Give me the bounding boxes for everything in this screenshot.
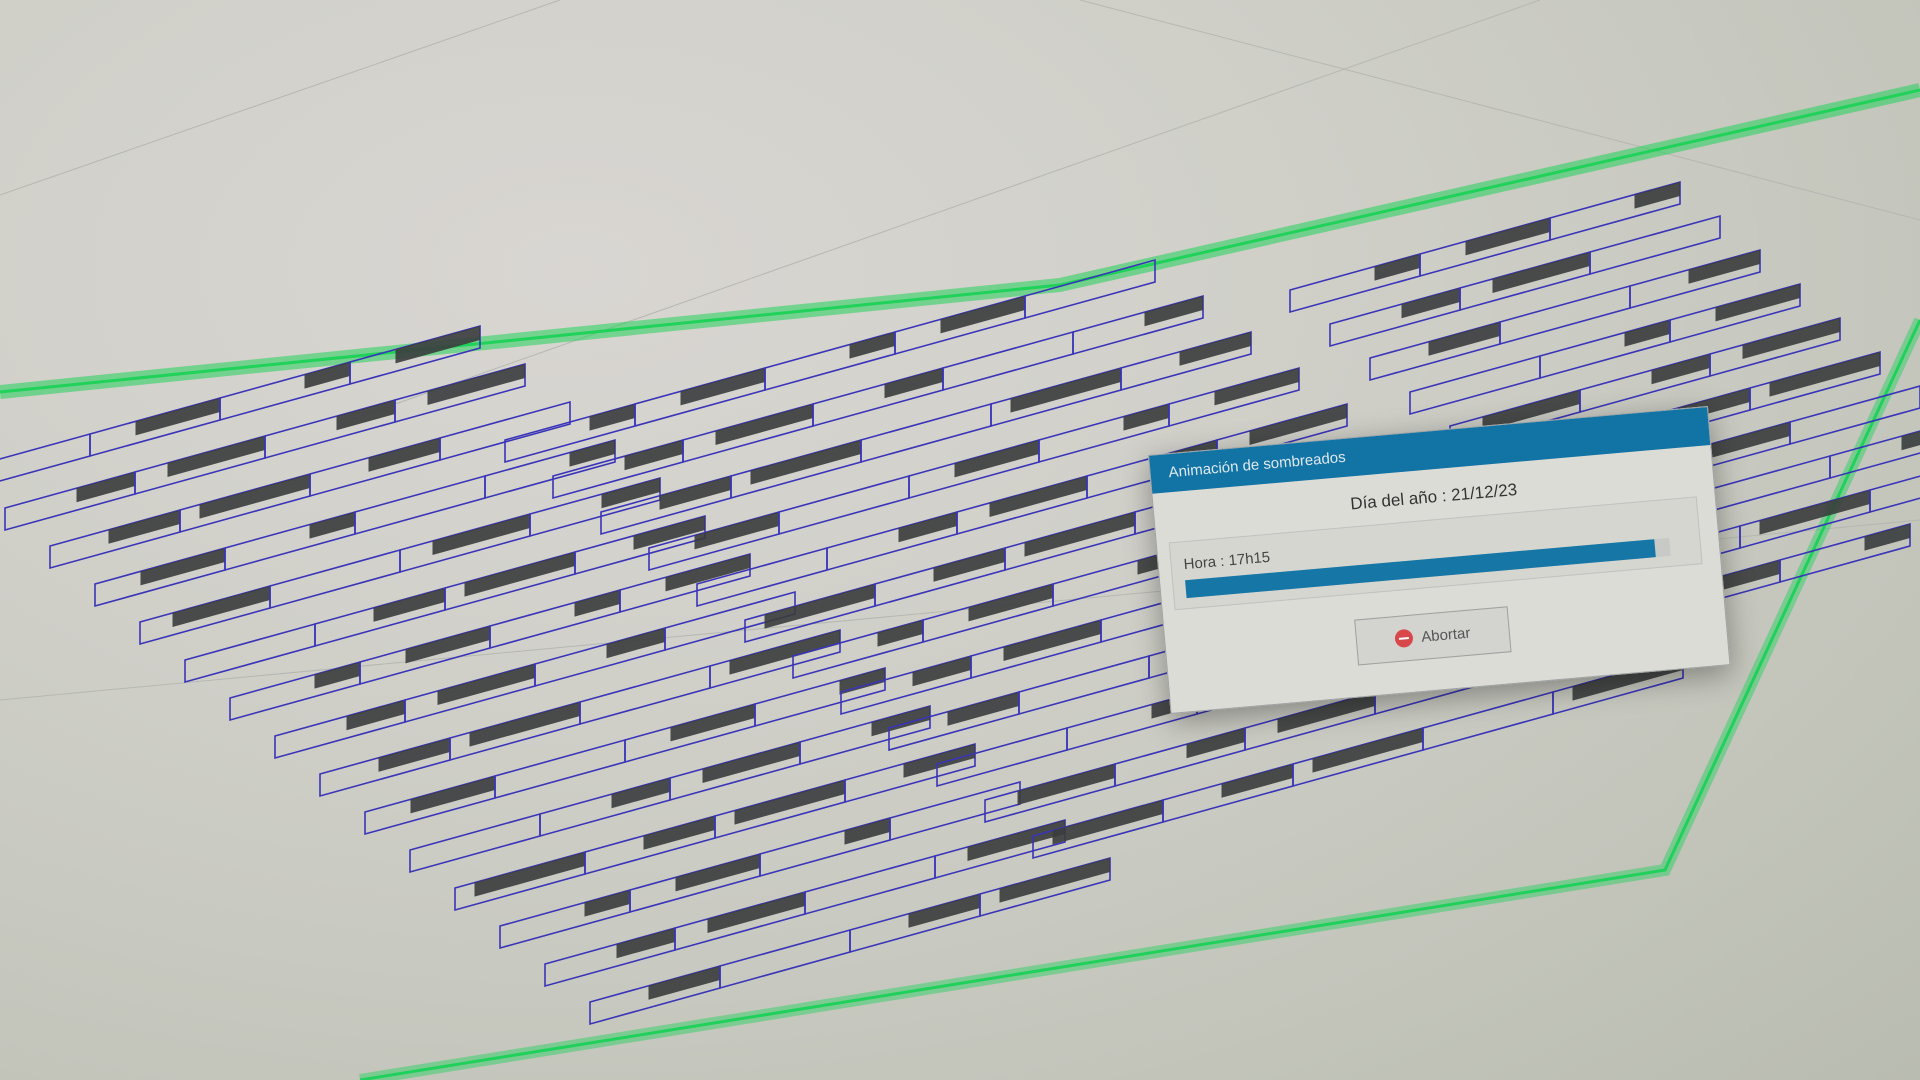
pv-table — [1789, 385, 1920, 446]
shadow-area — [898, 512, 957, 543]
shadow-area — [606, 628, 665, 659]
shadow-area — [1465, 218, 1550, 256]
shadow-area — [1179, 332, 1251, 366]
shadow-area — [670, 704, 755, 742]
shadow-area — [135, 398, 220, 436]
shadow-area — [694, 512, 779, 550]
shadow-area — [903, 744, 975, 778]
shadow-area — [908, 894, 980, 928]
shadow-area — [574, 590, 620, 617]
pv-table — [409, 812, 541, 874]
pv-table — [269, 548, 401, 610]
shadow-area — [849, 332, 895, 359]
shadow-area — [933, 548, 1005, 582]
shadow-area — [1374, 254, 1420, 281]
shadow-area — [1123, 404, 1169, 431]
shadow-area — [659, 476, 731, 510]
pv-table — [1409, 354, 1541, 416]
stop-icon — [1394, 628, 1415, 649]
shadow-area — [1428, 322, 1500, 356]
shadow-area — [912, 656, 971, 687]
shadow-area — [1214, 368, 1299, 406]
shadow-area — [680, 368, 765, 406]
shadow-area — [346, 700, 405, 731]
shadow-area — [309, 512, 355, 539]
pv-table — [1499, 284, 1631, 346]
shadow-area — [589, 404, 635, 431]
shadow-area — [633, 516, 705, 550]
shadow-area — [648, 966, 720, 1000]
shadow-area — [140, 548, 225, 586]
pv-table — [494, 738, 626, 800]
progress-fill — [1185, 539, 1657, 599]
shadow-area — [947, 692, 1019, 726]
shadow-area — [1688, 250, 1760, 284]
pv-table — [354, 474, 486, 536]
shading-animation-dialog: Animación de sombreados Día del año : 21… — [1148, 406, 1731, 715]
pv-table — [1869, 475, 1920, 514]
shadow-area — [624, 440, 683, 471]
shadow-area — [1705, 422, 1790, 460]
shadow-area — [884, 368, 943, 399]
shadow-area — [616, 928, 675, 959]
shadow-area — [584, 890, 630, 917]
shadow-area — [844, 818, 890, 845]
pv-table — [0, 432, 91, 482]
shadow-area — [410, 776, 495, 814]
shadow-area — [1144, 296, 1203, 327]
shadow-area — [314, 662, 360, 689]
hour-label: Hora : 17h15 — [1182, 548, 1271, 574]
shadow-area — [1401, 288, 1460, 319]
shadow-area — [1651, 354, 1710, 385]
pv-table — [579, 664, 711, 726]
shadow-area — [1221, 764, 1293, 798]
pv-table — [1699, 454, 1831, 516]
pv-table — [942, 330, 1074, 392]
pv-table — [1018, 654, 1150, 716]
pv-table — [889, 780, 1021, 842]
pv-table — [719, 928, 851, 990]
pv-table — [804, 854, 936, 916]
pv-table — [1422, 690, 1554, 752]
shadow-area — [1186, 728, 1245, 759]
shadow-area — [877, 620, 923, 647]
pv-table — [860, 402, 992, 464]
shadow-area — [871, 706, 930, 737]
shadow-area — [569, 440, 615, 467]
shadow-area — [108, 510, 180, 544]
shadow-area — [1624, 320, 1670, 347]
progress-bar — [1185, 537, 1671, 599]
abort-button[interactable]: Abortar — [1354, 606, 1512, 666]
shadow-area — [336, 400, 395, 431]
shadow-area — [954, 440, 1039, 478]
shadow-area — [1634, 182, 1680, 209]
shadow-area — [675, 854, 760, 892]
abort-button-label: Abortar — [1420, 624, 1472, 646]
pv-table — [184, 622, 316, 684]
shadow-area — [373, 588, 445, 622]
shadow-area — [643, 816, 715, 850]
shadow-area — [1864, 524, 1910, 551]
pv-table — [1589, 214, 1721, 276]
shadow-area — [368, 438, 440, 472]
pv-table — [778, 474, 910, 536]
shadow-area — [611, 778, 670, 809]
shadow-area — [378, 738, 450, 772]
shadow-area — [76, 472, 135, 503]
shadow-area — [1715, 284, 1800, 322]
